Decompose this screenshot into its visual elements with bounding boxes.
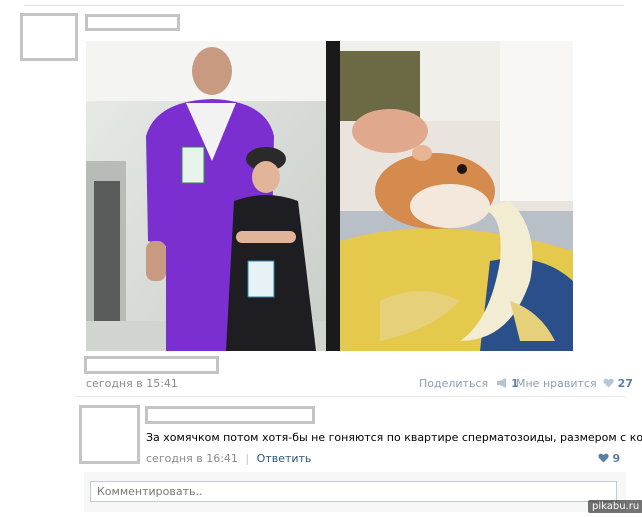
post-author-name[interactable] bbox=[85, 14, 180, 31]
comment-separator: | bbox=[245, 452, 250, 465]
photo-giant-illustration bbox=[86, 41, 326, 351]
photo-gap bbox=[326, 41, 340, 351]
post-author-avatar[interactable] bbox=[20, 13, 78, 61]
comment-input[interactable]: Комментировать.. bbox=[90, 481, 617, 502]
like-count: 27 bbox=[617, 377, 633, 390]
post-comments-divider bbox=[76, 396, 626, 397]
post-like-button[interactable]: Мне нравится 27 bbox=[516, 377, 633, 390]
share-label: Поделиться bbox=[419, 377, 489, 390]
comment-like-count: 9 bbox=[612, 452, 621, 465]
photo-hamster-illustration bbox=[340, 41, 573, 351]
comment-timestamp[interactable]: сегодня в 16:41 bbox=[146, 452, 238, 465]
comment-author-avatar[interactable] bbox=[79, 405, 140, 464]
megaphone-icon bbox=[496, 378, 508, 388]
post-photo-right[interactable] bbox=[340, 41, 573, 351]
like-label: Мне нравится bbox=[516, 377, 597, 390]
post-source-name[interactable] bbox=[84, 356, 219, 374]
comment-footer: сегодня в 16:41 | Ответить bbox=[146, 452, 311, 465]
comment-text: За хомячком потом хотя-бы не гоняются по… bbox=[146, 431, 642, 444]
heart-icon bbox=[598, 453, 609, 463]
heart-icon bbox=[603, 378, 614, 388]
feed-top-divider bbox=[24, 5, 624, 6]
reply-link[interactable]: Ответить bbox=[257, 452, 312, 465]
comment-author-name[interactable] bbox=[145, 406, 315, 424]
post-share-button[interactable]: Поделиться 1 bbox=[419, 377, 519, 390]
post-timestamp[interactable]: сегодня в 15:41 bbox=[86, 377, 178, 390]
pikabu-watermark: pikabu.ru bbox=[588, 500, 642, 513]
comment-input-placeholder: Комментировать.. bbox=[97, 485, 203, 498]
comment-like-button[interactable]: 9 bbox=[598, 452, 620, 465]
post-photo-left[interactable] bbox=[86, 41, 326, 351]
